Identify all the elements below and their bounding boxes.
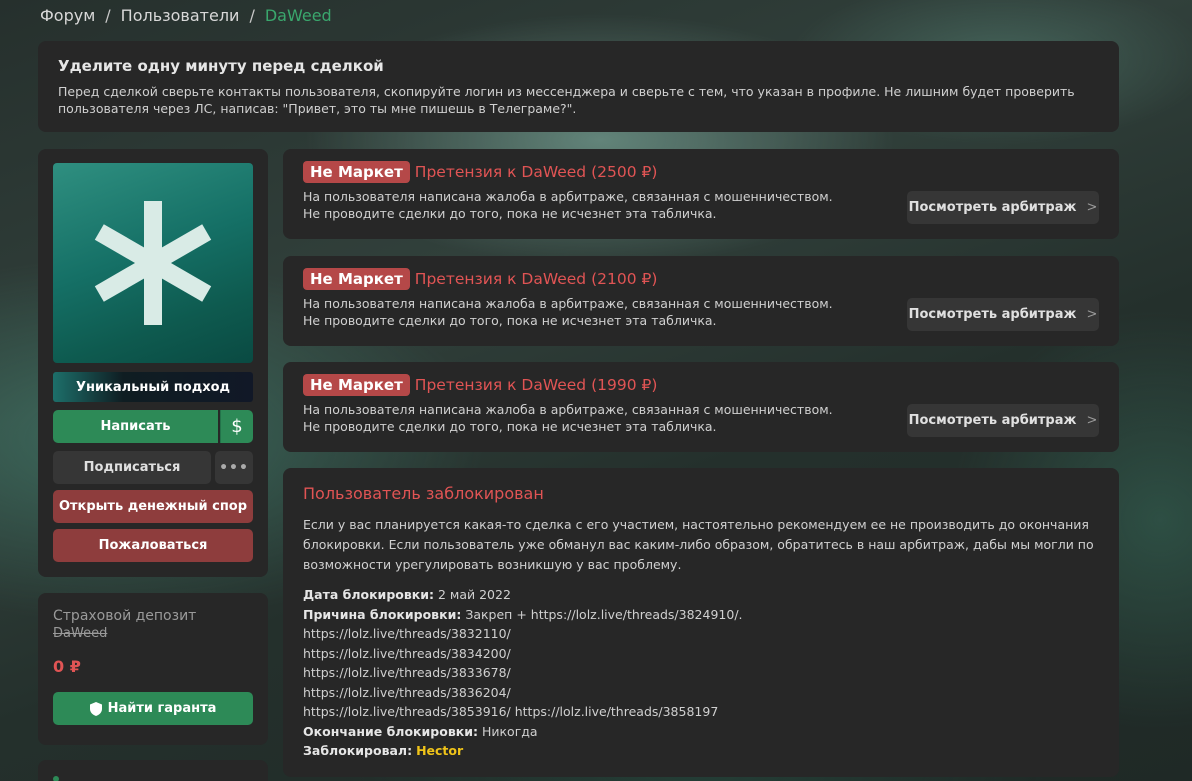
not-market-tag: Не Маркет	[303, 374, 410, 396]
avatar[interactable]	[53, 163, 253, 363]
view-arbitration-button[interactable]: Посмотреть арбитраж >	[907, 404, 1099, 437]
ban-reason-link[interactable]: https://lolz.live/threads/3832110/	[303, 624, 1099, 644]
breadcrumb-current-user[interactable]: DaWeed	[265, 6, 332, 25]
breadcrumb-forum[interactable]: Форум	[40, 6, 95, 25]
banned-description: Если у вас планируется какая-то сделка с…	[303, 517, 1094, 572]
notice-text: Перед сделкой сверьте контакты пользоват…	[58, 84, 1075, 116]
claim-text-line2: Не проводите сделки до того, пока не исч…	[303, 206, 717, 221]
claim-title[interactable]: Претензия к DaWeed (2100 ₽)	[415, 270, 658, 288]
subscribe-button[interactable]: Подписаться	[53, 451, 211, 484]
ban-reason-text[interactable]: Закреп + https://lolz.live/threads/38249…	[465, 607, 742, 622]
ban-reason-link[interactable]: https://lolz.live/threads/3833678/	[303, 663, 1099, 683]
deposit-amount: 0 ₽	[53, 657, 81, 676]
ban-reason-link[interactable]: https://lolz.live/threads/3834200/	[303, 644, 1099, 664]
ban-reason-link[interactable]: https://lolz.live/threads/3853916/ https…	[303, 702, 1099, 722]
user-banned-panel: Пользователь заблокирован Если у вас пла…	[283, 468, 1119, 777]
ban-end-label: Окончание блокировки:	[303, 723, 478, 739]
banned-title: Пользователь заблокирован	[303, 484, 544, 503]
view-arbitration-button[interactable]: Посмотреть арбитраж >	[907, 298, 1099, 331]
claim-text-line1: На пользователя написана жалоба в арбитр…	[303, 296, 833, 311]
dollar-icon[interactable]: $	[220, 410, 253, 443]
ban-details: Дата блокировки: 2 май 2022 Причина блок…	[303, 585, 1099, 761]
claim-title[interactable]: Претензия к DaWeed (1990 ₽)	[415, 376, 658, 394]
moderator-link[interactable]: Hector	[416, 743, 463, 758]
breadcrumb-separator: /	[249, 5, 255, 25]
notice-title: Уделите одну минуту перед сделкой	[58, 57, 384, 75]
ban-end-value: Никогда	[481, 723, 538, 739]
claim-card: Не Маркет Претензия к DaWeed (1990 ₽) На…	[283, 362, 1119, 452]
claim-text-line1: На пользователя написана жалоба в арбитр…	[303, 402, 833, 417]
claim-card: Не Маркет Претензия к DaWeed (2100 ₽) На…	[283, 256, 1119, 346]
sidebar-next-panel	[38, 760, 268, 781]
view-arbitration-button[interactable]: Посмотреть арбитраж >	[907, 191, 1099, 224]
ban-reason-label: Причина блокировки:	[303, 606, 462, 622]
asterisk-logo-icon	[94, 201, 212, 325]
claim-text-line2: Не проводите сделки до того, пока не исч…	[303, 313, 717, 328]
deal-warning-notice: Уделите одну минуту перед сделкой Перед …	[38, 41, 1119, 132]
view-arbitration-label: Посмотреть арбитраж	[908, 413, 1077, 428]
write-message-button[interactable]: Написать	[53, 410, 218, 443]
find-guarantor-button[interactable]: Найти гаранта	[53, 692, 253, 725]
not-market-tag: Не Маркет	[303, 268, 410, 290]
ban-date-label: Дата блокировки:	[303, 587, 434, 602]
claim-text-line2: Не проводите сделки до того, пока не исч…	[303, 419, 717, 434]
user-title-badge: Уникальный подход	[53, 372, 253, 402]
status-dot-icon	[53, 776, 59, 781]
more-options-icon[interactable]: •••	[215, 451, 253, 484]
chevron-right-icon: >	[1086, 200, 1098, 215]
find-guarantor-label: Найти гаранта	[107, 701, 217, 716]
view-arbitration-label: Посмотреть арбитраж	[908, 307, 1077, 322]
shield-icon	[89, 701, 102, 716]
chevron-right-icon: >	[1086, 307, 1098, 322]
breadcrumb-separator: /	[105, 5, 111, 25]
ban-reason-link[interactable]: https://lolz.live/threads/3836204/	[303, 683, 1099, 703]
claim-card: Не Маркет Претензия к DaWeed (2500 ₽) На…	[283, 149, 1119, 239]
breadcrumb: Форум / Пользователи / DaWeed	[40, 4, 332, 26]
deposit-label: Страховой депозит	[53, 608, 197, 624]
ban-date-value: 2 май 2022	[437, 587, 511, 602]
breadcrumb-users[interactable]: Пользователи	[121, 6, 240, 25]
claim-text-line1: На пользователя написана жалоба в арбитр…	[303, 189, 833, 204]
banned-by-label: Заблокировал:	[303, 743, 413, 758]
profile-sidebar: Уникальный подход Написать $ Подписаться…	[38, 149, 268, 577]
deposit-username: DaWeed	[53, 626, 108, 641]
chevron-right-icon: >	[1086, 413, 1098, 428]
insurance-deposit-panel: Страховой депозит DaWeed 0 ₽ Найти гаран…	[38, 593, 268, 745]
report-button[interactable]: Пожаловаться	[53, 529, 253, 562]
view-arbitration-label: Посмотреть арбитраж	[908, 200, 1077, 215]
open-dispute-button[interactable]: Открыть денежный спор	[53, 490, 253, 523]
not-market-tag: Не Маркет	[303, 161, 410, 183]
claim-title[interactable]: Претензия к DaWeed (2500 ₽)	[415, 163, 658, 181]
